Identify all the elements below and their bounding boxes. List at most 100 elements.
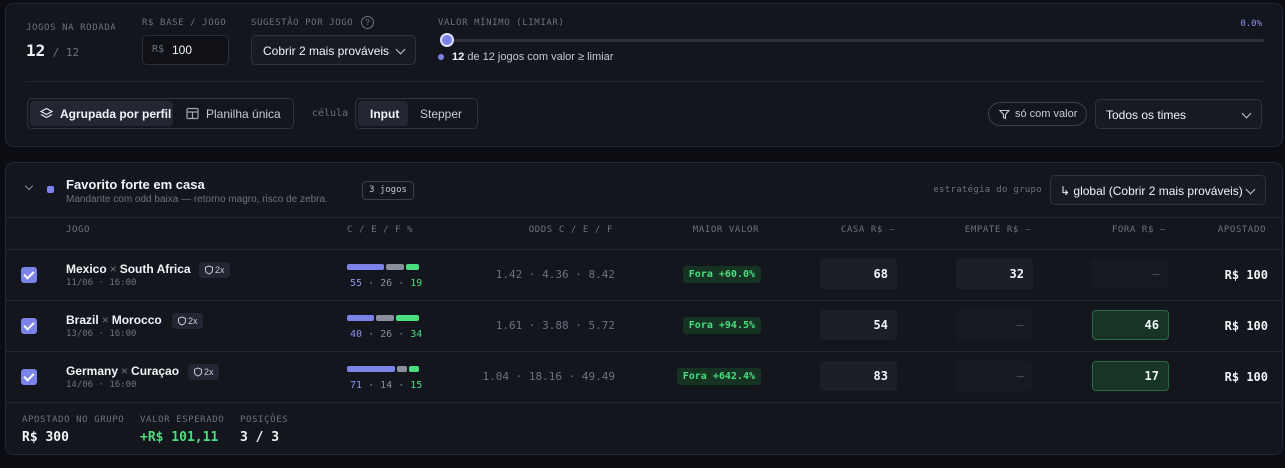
draw-probability: 14 [380, 380, 393, 391]
multiplier-label: 2x [204, 367, 214, 377]
draw-probability-bar [397, 366, 407, 372]
help-icon[interactable]: ? [361, 16, 374, 29]
column-header-home-stake[interactable]: CASA R$ — [841, 225, 895, 235]
match-teams: Brazil × Morocco [66, 313, 162, 327]
single-sheet-button[interactable]: Planilha única [176, 101, 291, 126]
away-probability: 19 [410, 278, 423, 289]
column-header-game: JOGO [66, 225, 91, 235]
base-value: 100 [172, 43, 193, 57]
away-team: Curaçao [131, 364, 180, 378]
home-stake-input[interactable]: 83 [820, 361, 897, 391]
chevron-down-icon [395, 44, 406, 55]
stepper-mode-button[interactable]: Stepper [412, 101, 474, 126]
multiplier-badge: 2x [172, 313, 203, 329]
bet-amount: R$ 100 [1224, 319, 1268, 333]
multiplier-label: 2x [188, 316, 198, 326]
base-input[interactable]: R$ 100 [142, 35, 229, 65]
away-stake-input[interactable]: 17 [1092, 361, 1169, 391]
threshold-value: 0.0% [1240, 19, 1262, 29]
games-selected: 12 [26, 41, 46, 60]
home-stake-input[interactable]: 54 [820, 310, 897, 340]
group-panel: Favorito forte em casa Mandante com odd … [5, 162, 1283, 455]
home-probability: 40 [350, 329, 363, 340]
versus-separator: × [109, 262, 117, 276]
games-total: / 12 [52, 46, 80, 59]
dot-separator: · [398, 380, 405, 391]
home-stake-input[interactable]: 68 [820, 259, 897, 289]
grouped-view-label: Agrupada por perfil [60, 107, 172, 121]
teams-select[interactable]: Todos os times [1095, 99, 1262, 129]
divider [26, 81, 1264, 82]
away-team: Morocco [111, 313, 162, 327]
dot-separator: · [368, 278, 375, 289]
bet-amount: R$ 100 [1224, 268, 1268, 282]
home-team: Mexico [66, 262, 107, 276]
expected-value-label: VALOR ESPERADO [140, 415, 225, 425]
away-team: South Africa [119, 262, 191, 276]
column-header-away-stake[interactable]: FORA R$ — [1112, 225, 1166, 235]
away-stake-input[interactable]: – [1092, 259, 1169, 289]
row-checkbox[interactable] [21, 369, 37, 385]
match-date: 14/06 · 16:00 [66, 380, 137, 390]
versus-separator: × [121, 364, 129, 378]
group-title: Favorito forte em casa [66, 177, 205, 192]
home-probability: 55 [350, 278, 363, 289]
suggestion-label: SUGESTÃO POR JOGO [251, 18, 354, 28]
draw-stake-input[interactable]: – [956, 310, 1033, 340]
footer-divider [6, 402, 1282, 403]
dot-separator: · [398, 329, 405, 340]
strategy-select[interactable]: ↳ global (Cobrir 2 mais prováveis) [1050, 175, 1266, 205]
layers-icon [40, 107, 53, 119]
table-row: Mexico × South Africa 11/06 · 16:00 2x 55 … [6, 249, 1282, 299]
draw-stake-input[interactable]: – [956, 361, 1033, 391]
dot-separator: · [368, 380, 375, 391]
input-mode-label: Input [370, 107, 400, 121]
row-checkbox[interactable] [21, 267, 37, 283]
table-icon [186, 107, 199, 120]
group-color-marker [47, 186, 54, 193]
draw-stake-input[interactable]: 32 [956, 259, 1033, 289]
input-mode-button[interactable]: Input [358, 101, 408, 126]
stepper-mode-label: Stepper [420, 107, 463, 121]
match-teams: Germany × Curaçao [66, 364, 179, 378]
multiplier-badge: 2x [199, 262, 230, 278]
group-bet-label: APOSTADO NO GRUPO [22, 415, 125, 425]
suggestion-select[interactable]: Cobrir 2 mais prováveis [251, 35, 416, 65]
row-checkbox[interactable] [21, 318, 37, 334]
bet-amount: R$ 100 [1224, 370, 1268, 384]
shield-icon [205, 265, 213, 275]
threshold-slider-knob[interactable] [440, 33, 454, 47]
probability-values: 40 · 26 · 34 [350, 329, 422, 340]
probability-values: 71 · 14 · 15 [350, 380, 422, 391]
table-row: Germany × Curaçao 14/06 · 16:00 2x 71 · 14… [6, 351, 1282, 401]
away-probability-bar [409, 366, 419, 372]
shield-icon [194, 367, 202, 377]
view-toggle: Agrupada por perfil Planilha única [27, 98, 294, 129]
shield-icon [178, 316, 186, 326]
base-label: R$ BASE / JOGO [142, 18, 227, 28]
collapse-chevron-icon[interactable] [24, 181, 34, 191]
group-subtitle: Mandante com odd baixa — retorno magro, … [66, 194, 328, 205]
draw-probability: 26 [380, 278, 393, 289]
match-odds: 1.61 · 3.88 · 5.72 [495, 319, 615, 332]
home-probability-bar [347, 264, 384, 270]
group-bet-value: R$ 300 [22, 430, 69, 445]
home-probability-bar [347, 315, 374, 321]
threshold-text: de 12 jogos com valor ≥ limiar [467, 51, 614, 63]
draw-probability: 26 [380, 329, 393, 340]
column-header-probabilities: C / E / F % [347, 225, 414, 235]
value-filter-button[interactable]: só com valor [988, 102, 1087, 126]
column-header-draw-stake[interactable]: EMPATE R$ — [965, 225, 1031, 235]
multiplier-label: 2x [215, 265, 225, 275]
strategy-value: ↳ global (Cobrir 2 mais prováveis) [1060, 184, 1243, 198]
grouped-view-button[interactable]: Agrupada por perfil [30, 101, 173, 126]
strategy-label: estratégia do grupo [933, 185, 1042, 195]
home-probability-bar [347, 366, 395, 372]
best-value-badge: Fora +642.4% [676, 368, 761, 385]
draw-probability-bar [386, 264, 404, 270]
threshold-slider-track[interactable] [446, 39, 1264, 42]
threshold-summary: 12 de 12 jogos com valor ≥ limiar [452, 51, 613, 63]
away-stake-input[interactable]: 46 [1092, 310, 1169, 340]
threshold-count: 12 [452, 51, 465, 63]
teams-select-value: Todos os times [1106, 108, 1187, 122]
